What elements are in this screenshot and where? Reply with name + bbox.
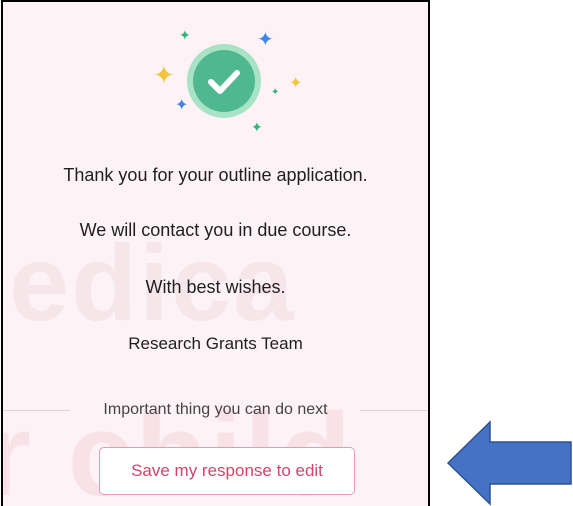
- screenshot-stage: edica r child ✦ ✦ ✦ ✦ ✦ ✦ ✦ Thank you fo…: [0, 0, 573, 506]
- sparkle-icon: ✦: [175, 97, 189, 114]
- checkmark-icon: [208, 70, 240, 94]
- left-arrow-icon: [446, 420, 572, 506]
- thank-you-message: Thank you for your outline application.: [63, 165, 368, 185]
- sparkle-icon: ✦: [251, 119, 263, 135]
- save-response-button[interactable]: Save my response to edit: [99, 447, 355, 495]
- success-graphic: ✦ ✦ ✦ ✦ ✦ ✦ ✦: [143, 22, 303, 142]
- sparkle-icon: ✦: [153, 60, 175, 90]
- sparkle-icon: ✦: [257, 29, 274, 51]
- sign-off-message: With best wishes.: [145, 277, 286, 297]
- next-steps-divider: Important thing you can do next: [3, 399, 428, 423]
- sparkle-icon: ✦: [271, 87, 280, 98]
- confirmation-panel: edica r child ✦ ✦ ✦ ✦ ✦ ✦ ✦ Thank you fo…: [1, 0, 430, 506]
- sparkle-icon: ✦: [289, 75, 303, 92]
- contact-message: We will contact you in due course.: [79, 220, 352, 240]
- check-circle-icon: [187, 44, 261, 118]
- team-signature: Research Grants Team: [128, 334, 303, 353]
- divider-line: [360, 410, 428, 411]
- sparkle-icon: ✦: [179, 27, 191, 43]
